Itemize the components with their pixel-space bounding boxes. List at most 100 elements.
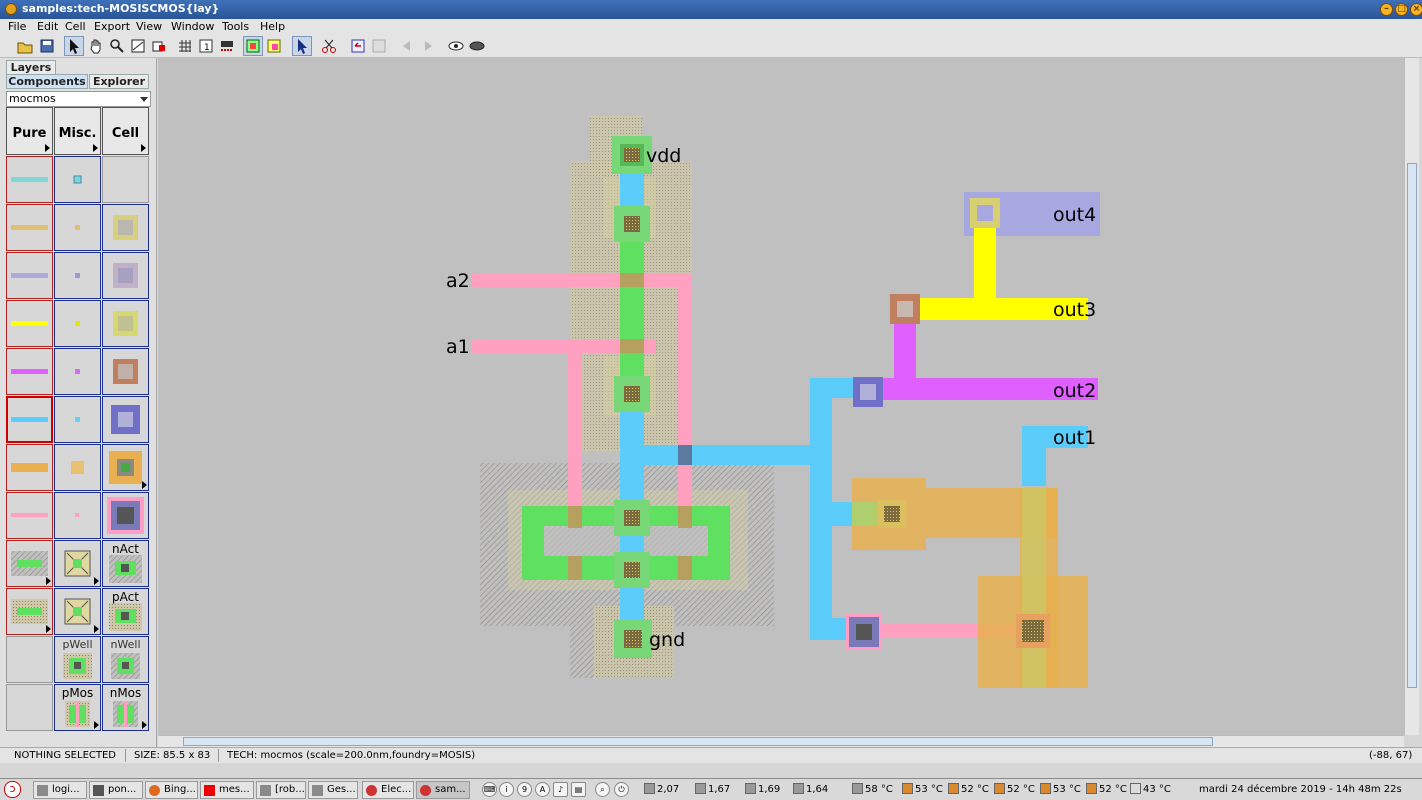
select-arrow-icon[interactable]	[64, 36, 84, 56]
forward-icon[interactable]	[418, 36, 438, 56]
palette-node-poly-contact[interactable]	[102, 492, 149, 539]
palette-pin-poly[interactable]	[54, 492, 101, 539]
keyboard-icon[interactable]: ⌨	[482, 782, 497, 797]
palette-node-via2[interactable]	[102, 300, 149, 347]
network-icon[interactable]: ▤	[571, 782, 586, 797]
start-menu-icon[interactable]: ↄ	[4, 781, 21, 798]
palette-node-select-contact[interactable]	[102, 204, 149, 251]
palette-pin-metal2[interactable]	[54, 252, 101, 299]
palette-header-cell[interactable]: Cell	[102, 107, 149, 155]
save-icon[interactable]	[37, 36, 57, 56]
menu-file[interactable]: File	[8, 20, 26, 33]
palette-cell-empty	[6, 636, 53, 683]
palette-node-via4[interactable]	[102, 396, 149, 443]
volume-icon[interactable]: ♪	[553, 782, 568, 797]
undo-icon[interactable]	[348, 36, 368, 56]
palette-pin-metal3[interactable]	[54, 300, 101, 347]
power-icon[interactable]: ⏻	[614, 782, 629, 797]
palette-node-via5[interactable]	[102, 444, 149, 491]
highlight-objects-icon[interactable]	[243, 36, 263, 56]
temp-2: 53 °C	[902, 783, 943, 797]
palette-pin-metal5[interactable]	[54, 396, 101, 443]
palette-node-pwell[interactable]: pWell	[54, 636, 101, 683]
taskbar-item-bing[interactable]: Bing...	[145, 781, 198, 799]
palette-node-substrate-contact[interactable]	[54, 588, 101, 635]
palette-node-nmos[interactable]: nMos	[102, 684, 149, 731]
taskbar-item-elec[interactable]: Elec...	[362, 781, 414, 799]
palette-arc-poly[interactable]	[6, 492, 53, 539]
menu-help[interactable]: Help	[260, 20, 285, 33]
numlock-icon[interactable]: 9	[517, 782, 532, 797]
folder-icon	[260, 785, 271, 796]
palette-arc-metal2[interactable]	[6, 252, 53, 299]
palette-header-pure[interactable]: Pure	[6, 107, 53, 155]
palette-header-misc[interactable]: Misc.	[54, 107, 101, 155]
outline-edit-icon[interactable]	[128, 36, 148, 56]
taskbar-item-mes[interactable]: mes...	[200, 781, 254, 799]
palette-pin-metal1[interactable]	[54, 156, 101, 203]
measure-icon[interactable]	[149, 36, 169, 56]
hide-icon[interactable]	[467, 36, 487, 56]
taskbar-item-logi[interactable]: logi...	[33, 781, 87, 799]
palette-pin-metal6[interactable]	[54, 444, 101, 491]
vertical-scrollbar[interactable]	[1404, 58, 1419, 735]
palette-arc-metal4[interactable]	[6, 348, 53, 395]
capslock-icon[interactable]: A	[535, 782, 550, 797]
tab-layers[interactable]: Layers	[6, 60, 56, 75]
search-icon[interactable]: ⌕	[595, 782, 610, 797]
palette-node-via1[interactable]	[102, 252, 149, 299]
show-layers-icon[interactable]	[264, 36, 284, 56]
full-arrow-icon[interactable]	[217, 36, 237, 56]
minimize-button[interactable]: –	[1380, 3, 1393, 16]
palette-node-pmos[interactable]: pMos	[54, 684, 101, 731]
menu-export[interactable]: Export	[94, 20, 130, 33]
horizontal-scrollbar[interactable]	[158, 735, 1404, 747]
open-icon[interactable]	[15, 36, 35, 56]
palette-arc-select[interactable]	[6, 204, 53, 251]
browser-icon	[149, 785, 160, 796]
technology-select[interactable]: mocmos	[6, 91, 151, 107]
palette-node-via3[interactable]	[102, 348, 149, 395]
palette-arc-p-active[interactable]	[6, 588, 53, 635]
palette-node-nact[interactable]: nAct	[102, 540, 149, 587]
close-button[interactable]: ×	[1410, 3, 1422, 16]
palette-arc-metal1[interactable]	[6, 156, 53, 203]
redo-icon[interactable]	[369, 36, 389, 56]
show-icon[interactable]	[446, 36, 466, 56]
menu-cell[interactable]: Cell	[65, 20, 86, 33]
taskbar-item-sam[interactable]: sam...	[416, 781, 470, 799]
clock[interactable]: mardi 24 décembre 2019 - 14h 48m 22s	[1199, 783, 1402, 797]
cut-icon[interactable]	[319, 36, 339, 56]
vertical-scroll-thumb[interactable]	[1407, 163, 1417, 688]
menu-view[interactable]: View	[136, 20, 162, 33]
back-icon[interactable]	[397, 36, 417, 56]
menu-edit[interactable]: Edit	[37, 20, 58, 33]
palette-arc-metal5[interactable]	[6, 396, 53, 443]
select-special-icon[interactable]	[292, 36, 312, 56]
taskbar-item-rob[interactable]: [rob...	[256, 781, 306, 799]
palette-arc-metal3[interactable]	[6, 300, 53, 347]
palette-pin-metal4[interactable]	[54, 348, 101, 395]
horizontal-scroll-thumb[interactable]	[183, 737, 1213, 746]
palette-node-nwell[interactable]: nWell	[102, 636, 149, 683]
palette-node-well-contact[interactable]	[54, 540, 101, 587]
pan-hand-icon[interactable]	[86, 36, 106, 56]
taskbar-item-pon[interactable]: pon...	[89, 781, 143, 799]
info-icon[interactable]: i	[499, 782, 514, 797]
menu-tools[interactable]: Tools	[222, 20, 249, 33]
zoom-icon[interactable]	[107, 36, 127, 56]
palette-arc-metal6[interactable]	[6, 444, 53, 491]
tab-components[interactable]: Components	[6, 74, 88, 89]
temp-3: 52 °C	[948, 783, 989, 797]
palette-arc-n-active[interactable]	[6, 540, 53, 587]
tab-explorer[interactable]: Explorer	[89, 74, 149, 89]
taskbar-item-ges[interactable]: Ges...	[308, 781, 358, 799]
layout-canvas[interactable]: vdd a2 a1 gnd out4 out3 out2 out1	[158, 58, 1404, 735]
maximize-button[interactable]: □	[1395, 3, 1408, 16]
palette-pin-select[interactable]	[54, 204, 101, 251]
grid-icon[interactable]	[175, 36, 195, 56]
palette-node-pact[interactable]: pAct	[102, 588, 149, 635]
label-out2: out2	[1053, 380, 1096, 402]
grid-size-icon[interactable]: 1	[196, 36, 216, 56]
menu-window[interactable]: Window	[171, 20, 214, 33]
